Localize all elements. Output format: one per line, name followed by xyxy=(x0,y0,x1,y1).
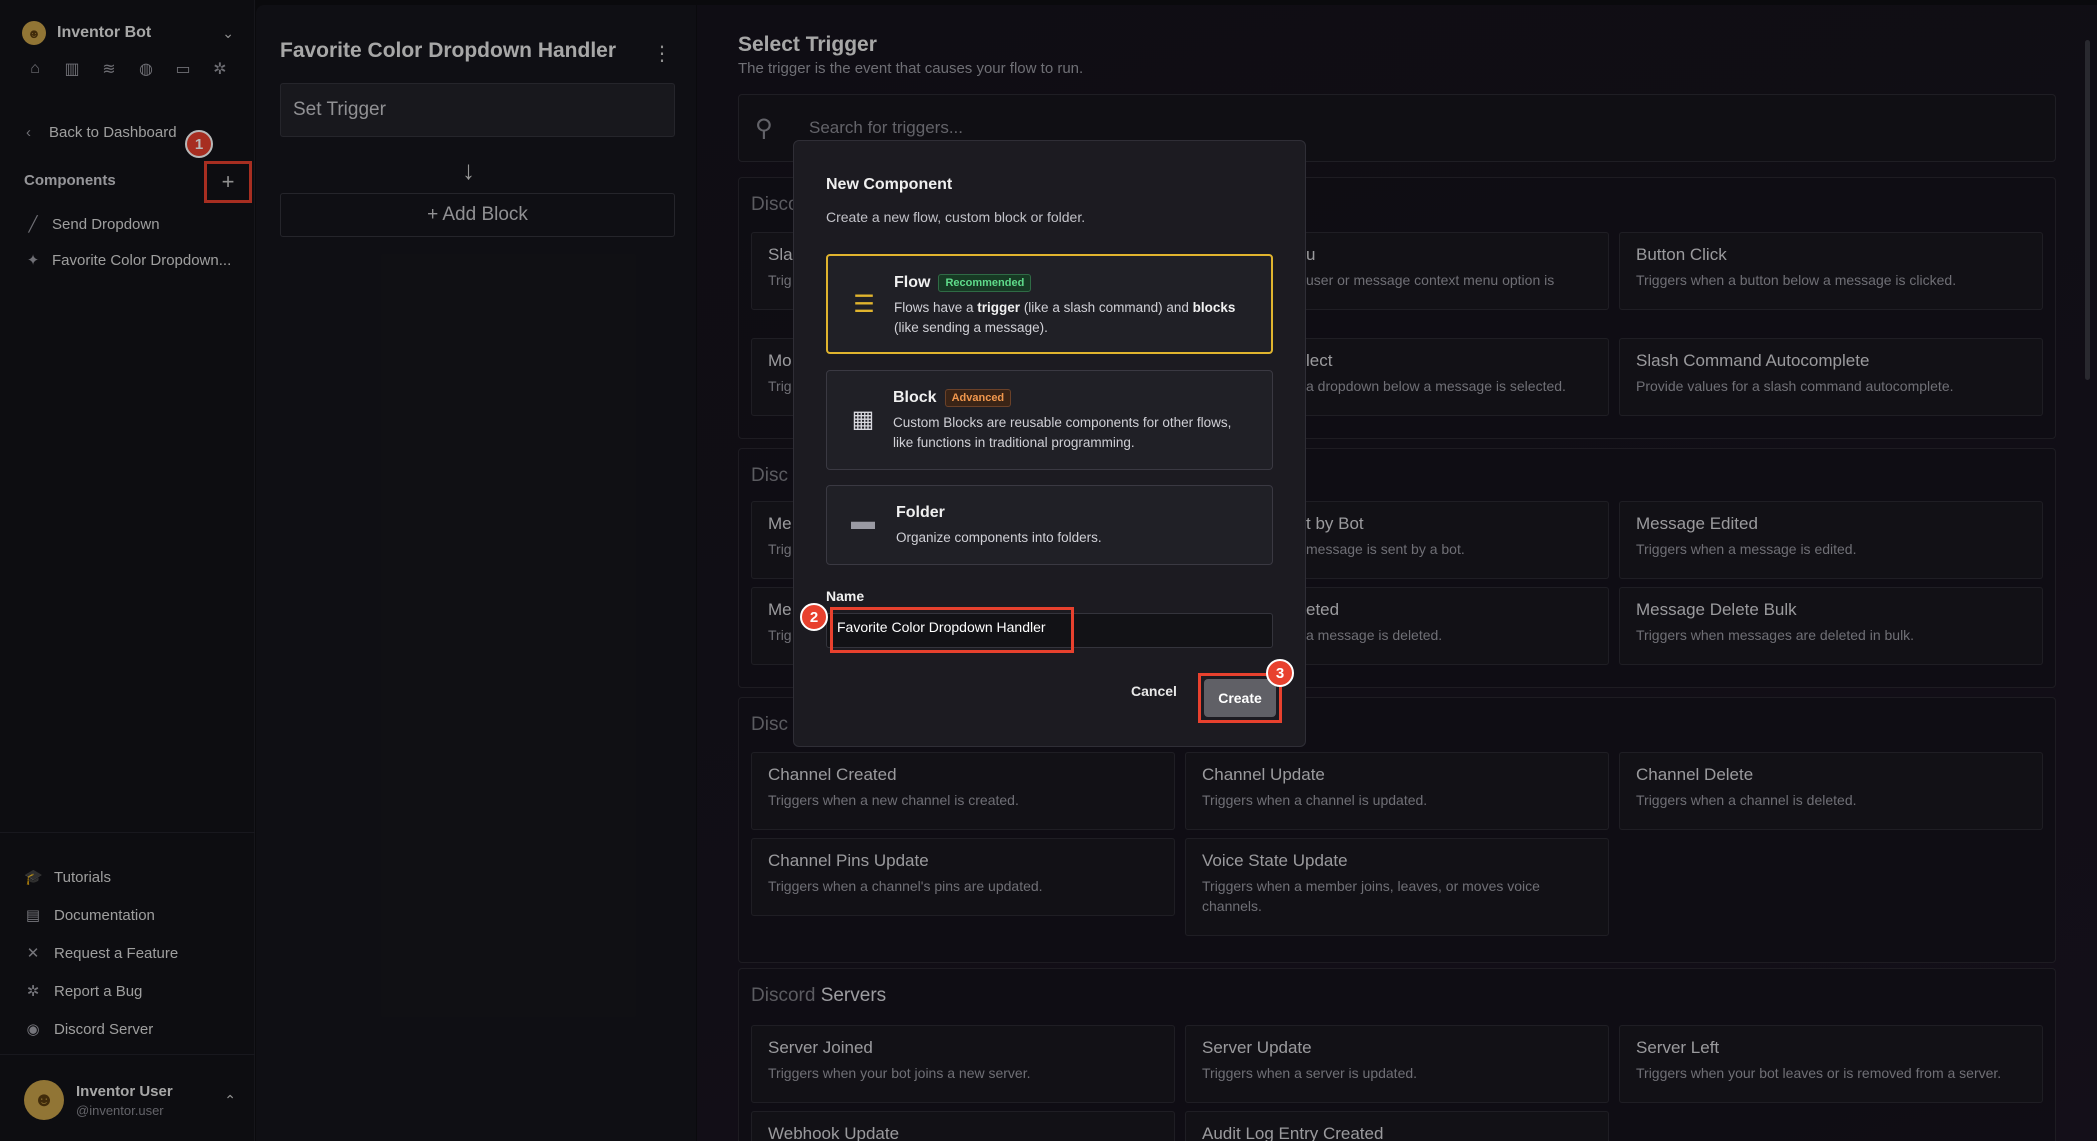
dialog-subtitle: Create a new flow, custom block or folde… xyxy=(826,209,1086,225)
option-title: Block Advanced xyxy=(893,389,1012,407)
option-title: Flow Recommended xyxy=(894,274,1032,292)
create-button[interactable]: Create xyxy=(1204,679,1276,717)
option-folder[interactable]: ▬ Folder Organize components into folder… xyxy=(826,485,1273,565)
brick-icon: ▦ xyxy=(851,406,875,433)
option-desc: Organize components into folders. xyxy=(896,530,1102,545)
option-desc: Custom Blocks are reusable components fo… xyxy=(893,415,1232,450)
recommended-badge: Recommended xyxy=(938,274,1032,292)
option-title-text: Flow xyxy=(894,274,931,291)
step-badge-3: 3 xyxy=(1266,659,1294,687)
advanced-badge: Advanced xyxy=(944,389,1012,407)
option-title: Folder xyxy=(896,504,945,522)
option-title-text: Folder xyxy=(896,504,945,521)
step-badge-2: 2 xyxy=(800,603,828,631)
name-input[interactable] xyxy=(837,619,1069,635)
dialog-title: New Component xyxy=(826,176,953,193)
new-component-dialog: New Component Create a new flow, custom … xyxy=(793,140,1306,747)
option-title-text: Block xyxy=(893,389,937,406)
list-icon: ☰ xyxy=(853,291,875,318)
option-desc: Flows have a trigger (like a slash comma… xyxy=(894,300,1236,335)
name-label: Name xyxy=(826,588,865,604)
cancel-button[interactable]: Cancel xyxy=(1131,683,1177,699)
option-block[interactable]: ▦ Block Advanced Custom Blocks are reusa… xyxy=(826,370,1273,470)
folder-icon: ▬ xyxy=(851,508,875,535)
option-flow[interactable]: ☰ Flow Recommended Flows have a trigger … xyxy=(826,254,1273,354)
